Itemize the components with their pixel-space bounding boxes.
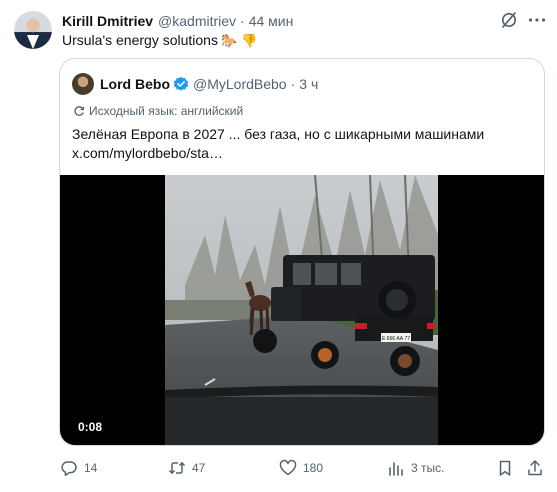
tweet[interactable]: Kirill Dmitriev @kadmitriev · 44 мин Urs…: [0, 0, 557, 492]
repost-button[interactable]: 47: [168, 456, 205, 480]
translation-notice[interactable]: Исходный язык: английский: [73, 104, 243, 118]
reply-icon: [61, 461, 77, 476]
quoted-author-avatar[interactable]: [72, 73, 94, 95]
views-count: 3 тыс.: [411, 461, 445, 475]
translation-notice-text: Исходный язык: английский: [89, 104, 244, 118]
quoted-author-name[interactable]: Lord Bebo: [100, 76, 170, 92]
more-button[interactable]: [527, 10, 547, 30]
repost-count: 47: [192, 461, 206, 475]
more-icon: [528, 18, 546, 22]
author-avatar[interactable]: [14, 11, 52, 49]
quoted-link[interactable]: x.com/mylordbebo/sta…: [72, 144, 484, 163]
bookmark-icon: [499, 460, 511, 476]
like-button[interactable]: 180: [279, 456, 323, 480]
separator-dot: ·: [240, 13, 245, 29]
quoted-author-handle[interactable]: @MyLordBebo: [193, 76, 287, 92]
share-icon: [528, 460, 542, 476]
tweet-emojis: 🐎 👎: [220, 34, 258, 49]
reply-count: 14: [84, 461, 98, 475]
quoted-time[interactable]: 3 ч: [299, 76, 318, 92]
tweet-header: Kirill Dmitriev @kadmitriev · 44 мин: [62, 12, 293, 30]
post-time[interactable]: 44 мин: [249, 13, 294, 29]
quoted-header: Lord Bebo @MyLordBebo · 3 ч: [100, 75, 318, 93]
quoted-tweet[interactable]: Lord Bebo @MyLordBebo · 3 ч Исходный язы…: [59, 58, 545, 446]
quoted-separator-dot: ·: [290, 76, 296, 92]
grok-icon: [501, 12, 517, 28]
quoted-text-line: Зелёная Европа в 2027 ... без газа, но с…: [72, 126, 485, 142]
video-duration: 0:08: [78, 420, 103, 434]
license-plate-text: Е 666 АА 77: [382, 336, 410, 342]
views-icon: [389, 462, 403, 476]
video-player[interactable]: Е 666 АА 77 0:08: [60, 175, 544, 445]
like-icon: [279, 459, 297, 476]
grok-button[interactable]: [499, 10, 519, 30]
bookmark-button[interactable]: [496, 456, 520, 480]
like-count: 180: [303, 461, 324, 475]
quoted-text: Зелёная Европа в 2027 ... без газа, но с…: [72, 125, 484, 163]
author-name[interactable]: Kirill Dmitriev: [62, 13, 153, 29]
action-bar: 14 47 180 3 тыс.: [0, 456, 557, 480]
author-handle[interactable]: @kadmitriev: [158, 13, 236, 29]
reply-button[interactable]: 14: [60, 456, 97, 480]
tweet-text: Ursula's energy solutions 🐎 👎: [62, 32, 257, 49]
video-frame: Е 666 АА 77: [165, 175, 438, 445]
translate-icon: [74, 106, 85, 116]
share-button[interactable]: [526, 456, 550, 480]
views-button[interactable]: 3 тыс.: [387, 456, 444, 480]
repost-icon: [168, 462, 186, 474]
tweet-text-body: Ursula's energy solutions: [62, 32, 218, 48]
verified-icon: [173, 76, 189, 92]
